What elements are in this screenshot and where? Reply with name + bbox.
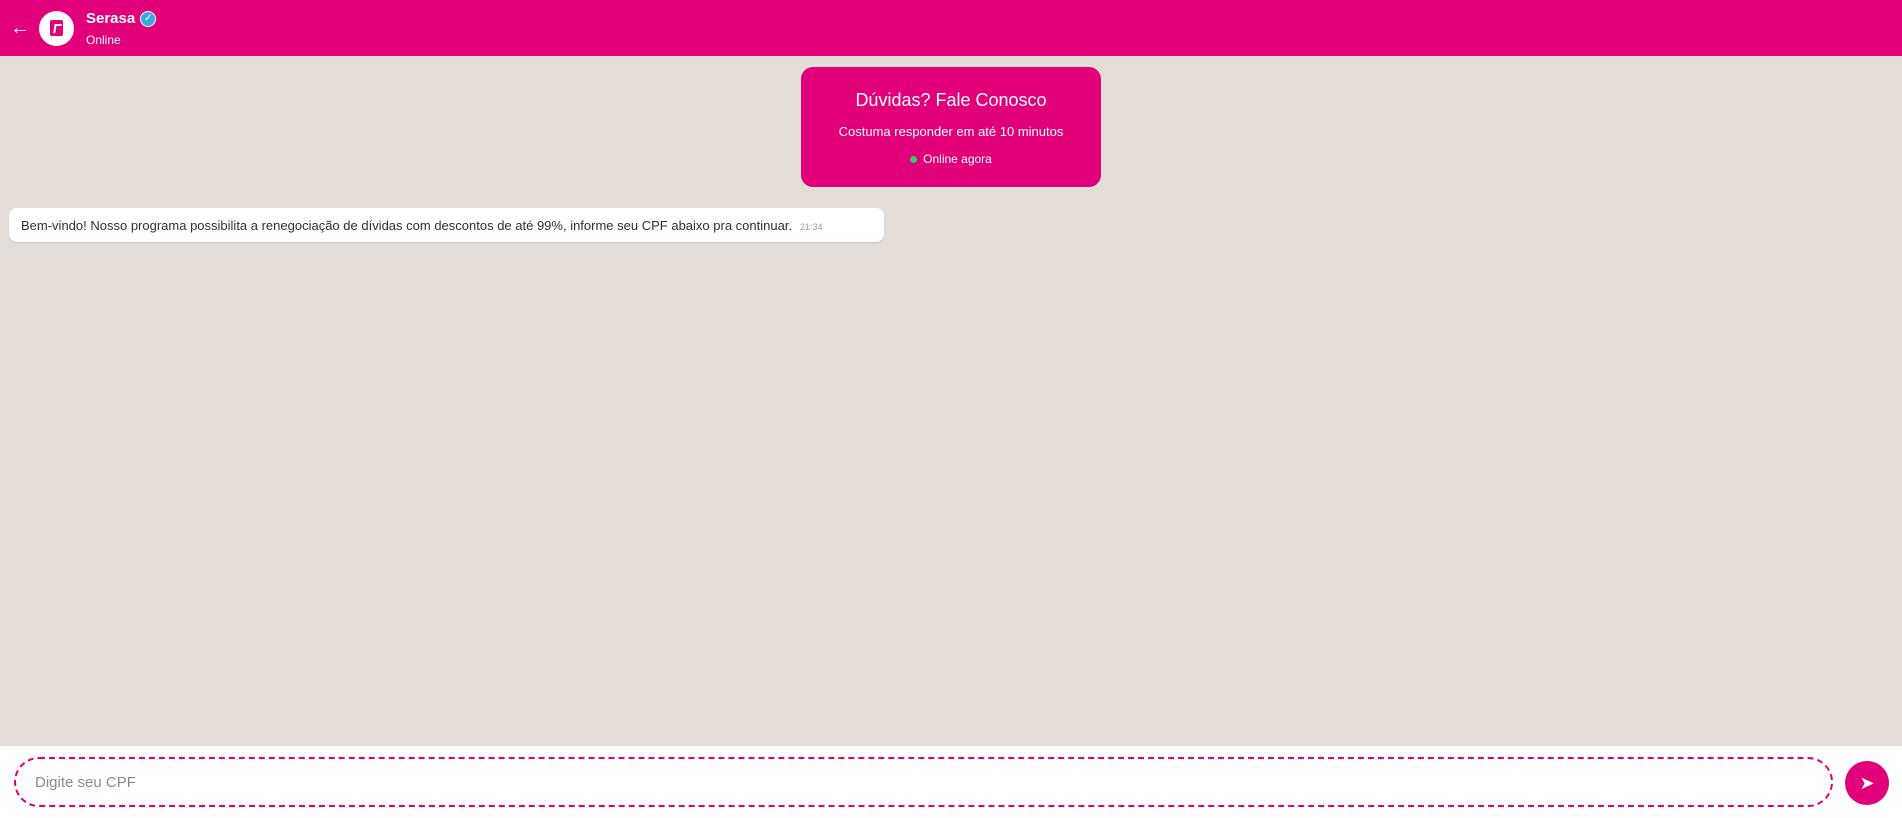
cpf-input[interactable]: [16, 759, 1831, 805]
online-label: Online agora: [923, 152, 992, 166]
message-time: 21:34: [800, 221, 823, 232]
cpf-input-wrapper: [14, 757, 1833, 807]
send-icon: ➤: [1859, 772, 1875, 793]
contact-name: Serasa: [86, 10, 136, 27]
verified-badge-icon: ✓: [140, 10, 157, 27]
back-arrow-icon[interactable]: ←: [2, 0, 38, 56]
contact-info[interactable]: Serasa ✓ Online: [86, 10, 157, 47]
composer-bar: ➤: [0, 746, 1902, 818]
online-indicator: Online agora: [801, 152, 1101, 166]
avatar[interactable]: [39, 10, 74, 46]
contact-info-card: Dúvidas? Fale Conosco Costuma responder …: [801, 67, 1101, 187]
contact-status: Online: [86, 32, 121, 47]
card-title: Dúvidas? Fale Conosco: [855, 90, 1047, 110]
card-subtitle: Costuma responder em até 10 minutos: [838, 124, 1064, 139]
message-bubble: Bem-vindo! Nosso programa possibilita a …: [9, 208, 884, 242]
serasa-logo-icon: [50, 20, 63, 36]
message-text: Bem-vindo! Nosso programa possibilita a …: [21, 217, 793, 233]
online-dot-icon: [910, 155, 918, 163]
chat-header: ← Serasa ✓ Online: [0, 0, 1902, 56]
send-button[interactable]: ➤: [1845, 761, 1889, 805]
